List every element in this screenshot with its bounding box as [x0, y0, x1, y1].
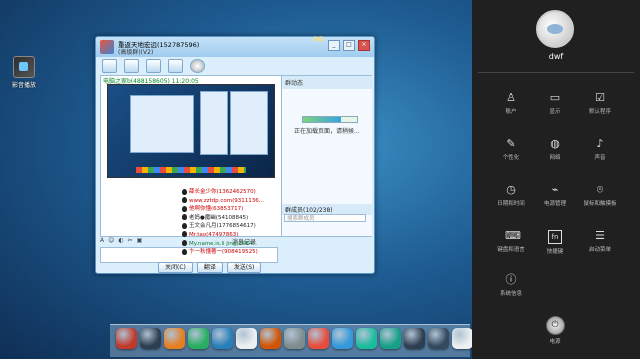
- desktop-icon-media-player[interactable]: 影音播放: [8, 56, 40, 89]
- chat-titlebar[interactable]: 重返天地宏远(152787596) (高级群)(V2) _ □ ×: [96, 37, 374, 57]
- penguin-icon: [182, 240, 187, 247]
- user-icon: ♙: [506, 91, 516, 104]
- dock-app-icon[interactable]: [404, 328, 425, 349]
- checkbox-icon: ☑: [595, 91, 605, 104]
- penguin-icon: [182, 205, 187, 212]
- desktop-icon-label: 影音播放: [11, 82, 36, 89]
- screenshot-window: [230, 91, 268, 155]
- list-item[interactable]: My.name.is.li jing(2684...: [182, 240, 270, 249]
- panel-divider: [478, 72, 634, 73]
- avatar[interactable]: [536, 10, 574, 48]
- settings-item-account[interactable]: ♙ 账户: [489, 91, 533, 116]
- media-player-icon: [13, 56, 35, 78]
- screenshot-window: [200, 91, 228, 155]
- group-avatar: [100, 40, 114, 54]
- list-item[interactable]: 薛长金少你(1362462570): [182, 188, 270, 197]
- startup-icon: ☰: [595, 229, 605, 242]
- penguin-icon: [182, 248, 187, 255]
- dock-app-icon[interactable]: [380, 328, 401, 349]
- penguin-icon: [182, 214, 187, 221]
- settings-item-display[interactable]: ▭ 显示: [533, 91, 577, 116]
- emoji-icon[interactable]: ☺: [108, 237, 114, 245]
- dock-app-icon[interactable]: [332, 328, 353, 349]
- loading-text: 正在加载页面，请稍候...: [294, 128, 360, 135]
- share-icon[interactable]: [168, 59, 183, 73]
- penguin-icon: [182, 197, 187, 204]
- screenshot-dock: [136, 167, 246, 173]
- keyboard-icon: ⌨: [505, 229, 521, 242]
- screenshot-icon[interactable]: ✂: [128, 237, 133, 245]
- penguin-icon: [182, 222, 187, 229]
- dock-app-icon[interactable]: [428, 328, 449, 349]
- settings-item-power-management[interactable]: ⌁ 电源管理: [533, 183, 577, 208]
- settings-item-sound[interactable]: ♪ 声音: [578, 137, 622, 162]
- qq-logo: QQ: [313, 36, 324, 43]
- mouse-icon: ⌾: [596, 183, 604, 196]
- gear-icon[interactable]: [190, 59, 205, 73]
- dock-app-icon[interactable]: [236, 328, 257, 349]
- members-search-input[interactable]: 搜索群成员: [284, 214, 366, 222]
- dock-app-icon[interactable]: [116, 328, 137, 349]
- settings-item-mouse-touchpad[interactable]: ⌾ 鼠标和触摸板: [578, 183, 622, 208]
- chat-subtitle: (高级群)(V2): [118, 49, 154, 56]
- power-icon: ⏻: [545, 316, 565, 335]
- image-icon[interactable]: ▣: [137, 237, 143, 245]
- dock-app-icon[interactable]: [308, 328, 329, 349]
- list-item[interactable]: 王文会凡月(1776854617): [182, 222, 270, 231]
- settings-item-startup-menu[interactable]: ☰ 启动菜单: [578, 229, 622, 254]
- clock-icon: ◷: [506, 183, 516, 196]
- penguin-icon: [182, 188, 187, 195]
- close-window-button[interactable]: ×: [358, 40, 370, 51]
- chat-toolbar: [102, 59, 205, 73]
- monitor-icon: ▭: [549, 91, 561, 104]
- speaker-icon: ♪: [596, 137, 604, 150]
- penguin-icon: [182, 231, 187, 238]
- power-button[interactable]: ⏻ 电源: [540, 316, 570, 345]
- send-button[interactable]: 发送(S): [226, 262, 262, 273]
- list-item[interactable]: www.zztdp.com(9311136...: [182, 197, 270, 206]
- dock-app-icon[interactable]: [212, 328, 233, 349]
- dock-app-icon[interactable]: [164, 328, 185, 349]
- close-button[interactable]: 关闭(C): [158, 262, 193, 273]
- group-activity-header: 群动态: [282, 76, 372, 89]
- translate-button[interactable]: 翻译: [196, 262, 223, 273]
- video-icon[interactable]: [146, 59, 161, 73]
- settings-item-system-info[interactable]: ⓘ 系统信息: [489, 273, 533, 298]
- list-item[interactable]: 卞一秋懂著一(908419525): [182, 248, 270, 257]
- font-icon[interactable]: A: [100, 237, 104, 245]
- loading-progress-bar: [302, 116, 358, 123]
- list-item[interactable]: 他啊你懂(63853717): [182, 205, 270, 214]
- dock-app-icon[interactable]: [284, 328, 305, 349]
- dock-app-icon[interactable]: [188, 328, 209, 349]
- dock-items: [116, 328, 473, 349]
- settings-item-datetime[interactable]: ◷ 日期和时间: [489, 183, 533, 208]
- microphone-icon[interactable]: [124, 59, 139, 73]
- list-item[interactable]: Mr.tao(47497863): [182, 231, 270, 240]
- settings-item-network[interactable]: ◍ 网络: [533, 137, 577, 162]
- dock-app-icon[interactable]: [140, 328, 161, 349]
- power-label: 电源: [549, 339, 561, 345]
- settings-item-keyboard-language[interactable]: ⌨ 键盘和语言: [489, 229, 533, 254]
- list-item[interactable]: 老妈●魔幽(54108845): [182, 214, 270, 223]
- dock-app-icon[interactable]: [356, 328, 377, 349]
- chat-history-icon[interactable]: [102, 59, 117, 73]
- screenshot-window: [130, 95, 194, 153]
- message-screenshot-image[interactable]: [107, 84, 275, 178]
- plug-icon: ⌁: [551, 183, 559, 196]
- brush-icon: ✎: [506, 137, 516, 150]
- minimize-button[interactable]: _: [328, 40, 340, 51]
- user-name: dwf: [548, 52, 564, 61]
- info-icon: ⓘ: [505, 273, 517, 286]
- dock-app-icon[interactable]: [452, 328, 473, 349]
- settings-item-default-apps[interactable]: ☑ 默认程序: [578, 91, 622, 116]
- shake-icon[interactable]: ◐: [118, 237, 123, 245]
- dock-app-icon[interactable]: [260, 328, 281, 349]
- fn-key-icon: fn: [548, 230, 562, 244]
- globe-icon: ◍: [550, 137, 560, 150]
- member-list: 薛长金少你(1362462570) www.zztdp.com(9311136.…: [182, 188, 270, 257]
- maximize-button[interactable]: □: [343, 40, 355, 51]
- settings-item-personalization[interactable]: ✎ 个性化: [489, 137, 533, 162]
- settings-item-shortcuts[interactable]: fn 快捷键: [533, 230, 577, 255]
- group-panel: 群动态 正在加载页面，请稍候... 群成员(102/238) 搜索群成员: [281, 76, 372, 236]
